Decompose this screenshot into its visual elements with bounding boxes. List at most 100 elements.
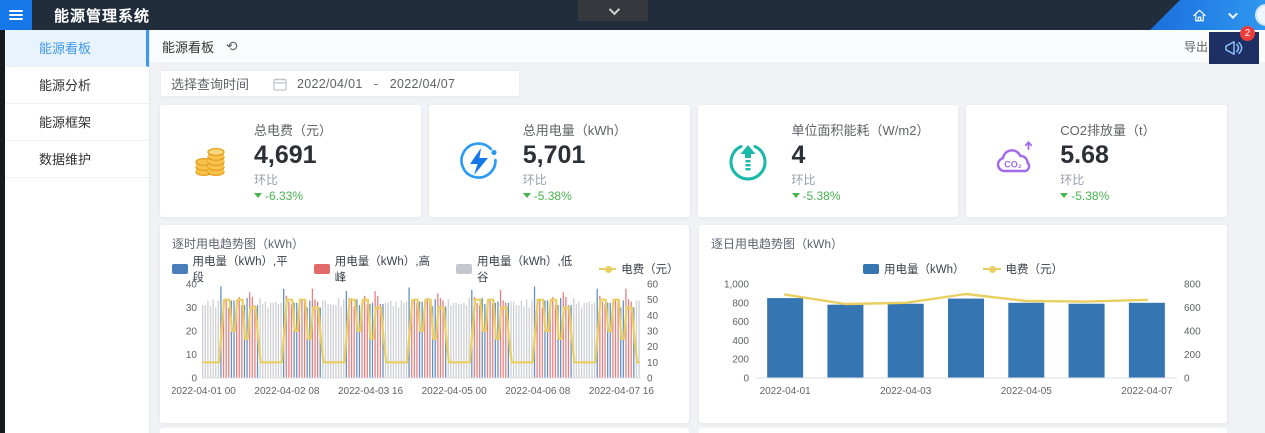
svg-text:2022-04-03: 2022-04-03 [880,386,932,397]
kpi-compare-label: 环比 [792,171,930,188]
svg-text:10: 10 [647,358,659,369]
co2-cloud-icon: CO₂ [992,139,1040,183]
kpi-card-energy-per-area: 单位面积能耗（W/m2） 4 环比 -5.38% [698,105,959,217]
collapse-tab[interactable] [578,0,648,21]
kpi-card-total-usage: 总用电量（kWh） 5,701 环比 -5.38% [429,105,690,217]
announcement-icon [1223,39,1245,57]
sidebar-item-label: 能源框架 [39,115,91,130]
sidebar: 能源看板 能源分析 能源框架 数据维护 [0,30,150,433]
kpi-label: 总电费（元） [254,120,332,139]
sidebar-item-label: 能源看板 [39,41,91,56]
svg-text:2022-04-05 00: 2022-04-05 00 [422,386,487,397]
svg-text:200: 200 [1184,350,1201,361]
sidebar-item-energy-framework[interactable]: 能源框架 [5,104,149,141]
menu-toggle-button[interactable] [0,0,32,30]
date-start[interactable]: 2022/04/01 [297,77,363,91]
legend-swatch [172,264,188,274]
svg-text:600: 600 [1184,303,1201,314]
export-label: 导出 [1184,38,1208,55]
kpi-value: 5.68 [1060,141,1155,170]
trend-down-icon [254,193,262,198]
svg-text:30: 30 [186,303,198,314]
svg-text:40: 40 [647,311,659,322]
coins-icon [186,139,234,183]
svg-text:0: 0 [191,374,197,385]
kpi-change: -5.38% [523,189,627,203]
date-range-picker[interactable]: 选择查询时间 2022/04/01 - 2022/04/07 [160,70,520,97]
svg-text:50: 50 [647,295,659,306]
svg-text:CO₂: CO₂ [1005,160,1023,170]
chart-legend: 用电量（kWh）,平段 用电量（kWh）,高峰 用电量（kWh）,低谷 电费（元… [172,262,677,276]
app-title: 能源管理系统 [54,5,150,26]
calendar-icon [273,77,287,91]
date-separator: - [374,77,378,91]
svg-text:2022-04-01: 2022-04-01 [760,386,812,397]
svg-text:0: 0 [1184,374,1190,385]
legend-item-price[interactable]: 电费（元） [983,261,1064,277]
daily-usage-chart-card: 逐日用电趋势图（kWh） 用电量（kWh） 电费（元） 020040060080… [699,225,1227,423]
chevron-down-icon[interactable] [1223,7,1239,23]
svg-text:2022-04-01 00: 2022-04-01 00 [172,386,236,397]
chart-legend: 用电量（kWh） 电费（元） [711,262,1215,276]
legend-swatch [983,268,1001,270]
svg-text:0: 0 [743,374,749,385]
home-icon[interactable] [1191,7,1207,23]
kpi-row: 总电费（元） 4,691 环比 -6.33% [160,105,1227,217]
legend-swatch [599,268,616,270]
legend-item-price[interactable]: 电费（元） [599,261,677,277]
breadcrumb: 能源看板 [162,37,214,56]
sidebar-item-data-maintenance[interactable]: 数据维护 [5,141,149,178]
svg-text:20: 20 [647,342,659,353]
refresh-icon[interactable]: ⟳ [226,38,238,55]
page-toolbar: 能源看板 ⟳ 导出 [150,30,1265,63]
svg-text:800: 800 [1184,280,1201,291]
daily-usage-chart[interactable]: 02004006008001,00002004006008002022-04-0… [711,278,1215,418]
next-row-partial-cards [160,428,1227,433]
svg-text:2022-04-02 08: 2022-04-02 08 [254,386,319,397]
svg-text:2022-04-07: 2022-04-07 [1121,386,1173,397]
svg-text:2022-04-05: 2022-04-05 [1001,386,1053,397]
svg-text:600: 600 [732,317,749,328]
content: 选择查询时间 2022/04/01 - 2022/04/07 [150,63,1265,433]
main-area: 能源看板 ⟳ 导出 选择查询时间 2022/04/01 - [150,30,1265,433]
kpi-compare-label: 环比 [254,171,332,188]
legend-swatch [456,264,472,274]
trend-down-icon [523,193,531,198]
chart-title: 逐时用电趋势图（kWh） [172,235,677,252]
svg-text:800: 800 [732,298,749,309]
svg-text:2022-04-07 16: 2022-04-07 16 [589,386,654,397]
kpi-change: -5.38% [1060,189,1155,203]
svg-text:0: 0 [647,374,653,385]
kpi-value: 4 [792,141,930,170]
charts-row: 逐时用电趋势图（kWh） 用电量（kWh）,平段 用电量（kWh）,高峰 用电量… [160,225,1227,423]
svg-text:1,000: 1,000 [724,280,749,291]
svg-text:40: 40 [186,280,198,291]
svg-text:2022-04-03 16: 2022-04-03 16 [338,386,403,397]
svg-text:10: 10 [186,350,198,361]
date-filter-label: 选择查询时间 [171,74,249,93]
trend-down-icon [792,193,800,198]
notification-badge: 2 [1240,26,1255,41]
hourly-usage-chart[interactable]: 01020304001020304050602022-04-01 002022-… [172,278,677,418]
assistant-circle-icon[interactable] [1255,4,1265,26]
sidebar-item-energy-dashboard[interactable]: 能源看板 [5,30,149,67]
sidebar-item-energy-analysis[interactable]: 能源分析 [5,67,149,104]
svg-text:2022-04-06 08: 2022-04-06 08 [505,386,570,397]
kpi-compare-label: 环比 [523,171,627,188]
legend-item-usage[interactable]: 用电量（kWh） [863,261,965,277]
kpi-label: 单位面积能耗（W/m2） [792,120,930,139]
svg-text:30: 30 [647,327,659,338]
legend-swatch [314,264,330,274]
arrow-up-circle-icon [724,139,772,183]
kpi-label: 总用电量（kWh） [523,120,627,139]
date-end[interactable]: 2022/04/07 [390,77,456,91]
hamburger-icon [9,8,23,22]
svg-text:20: 20 [186,327,198,338]
sidebar-item-label: 数据维护 [39,152,91,167]
date-range-value: 2022/04/01 - 2022/04/07 [297,77,455,91]
notification-button[interactable]: 2 [1209,32,1259,64]
svg-text:400: 400 [732,336,749,347]
kpi-value: 4,691 [254,141,332,170]
trend-down-icon [1060,193,1068,198]
svg-text:400: 400 [1184,327,1201,338]
